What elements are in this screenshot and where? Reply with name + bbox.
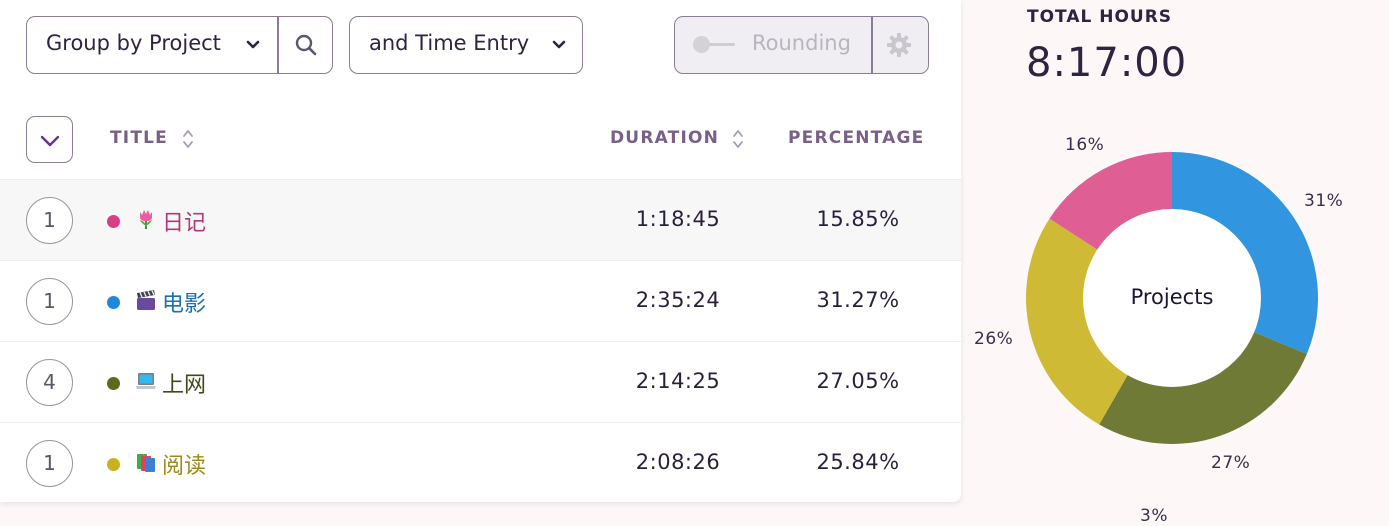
sort-icon[interactable] [181, 128, 195, 150]
entry-count-badge[interactable]: 1 [26, 278, 73, 325]
project-title: 阅读 [162, 454, 207, 479]
project-duration: 2:35:24 [635, 288, 721, 312]
clapper-board-icon [137, 290, 155, 310]
sort-icon[interactable] [731, 128, 745, 150]
project-duration: 2:08:26 [635, 450, 721, 474]
project-percentage: 25.84% [816, 450, 900, 474]
project-percentage: 27.05% [816, 369, 900, 393]
expand-all-button[interactable] [26, 116, 73, 163]
tulip-icon [140, 210, 152, 229]
table-row[interactable]: 4 上网 2:14:25 27.05% [0, 341, 961, 422]
books-icon [137, 454, 155, 472]
laptop-icon [136, 373, 156, 389]
project-color-dot [107, 458, 120, 471]
chart-center-label: Projects [1131, 285, 1214, 309]
entry-count-badge[interactable]: 4 [26, 359, 73, 406]
gear-icon[interactable] [885, 31, 913, 59]
project-title: 电影 [162, 292, 207, 317]
slice-label: 26% [974, 329, 1014, 349]
project-duration: 1:18:45 [635, 207, 721, 231]
secondary-group-label: and Time Entry [369, 31, 530, 55]
group-by-dropdown[interactable]: Group by Project [27, 17, 278, 73]
table-row[interactable]: 1 电影 2:35:24 31.27% [0, 260, 961, 341]
duration-column-header[interactable]: DURATION [610, 128, 719, 148]
project-color-dot [107, 215, 120, 228]
chevron-down-icon [552, 40, 566, 49]
group-by-label: Group by Project [46, 31, 221, 55]
project-percentage: 31.27% [816, 288, 900, 312]
search-button[interactable] [279, 17, 332, 73]
slice-label: 31% [1304, 191, 1344, 211]
project-title: 上网 [162, 373, 207, 398]
rounding-toggle[interactable] [693, 36, 735, 53]
slice-label: 27% [1211, 453, 1251, 473]
table-row[interactable]: 1 阅读 2:08:26 25.84% [0, 422, 961, 503]
title-column-header[interactable]: TITLE [110, 128, 168, 148]
group-by-control: Group by Project [26, 16, 333, 74]
slice-label: 16% [1065, 135, 1105, 155]
table-row[interactable]: 1 日记 1:18:45 15.85% [0, 179, 961, 260]
total-hours-label: TOTAL HOURS [1027, 7, 1173, 27]
rounding-control: Rounding [674, 16, 929, 74]
chevron-down-icon [246, 40, 260, 49]
chevron-down-icon [40, 135, 60, 147]
project-duration: 2:14:25 [635, 369, 721, 393]
report-panel: Group by Project and Time Entry Rounding [0, 0, 961, 502]
rounding-label: Rounding [752, 31, 851, 55]
secondary-group-dropdown[interactable]: and Time Entry [349, 16, 583, 74]
project-color-dot [107, 296, 120, 309]
search-icon [295, 34, 317, 56]
project-color-dot [107, 377, 120, 390]
projects-donut-chart: Projects [1026, 152, 1318, 444]
project-title: 日记 [162, 211, 207, 236]
total-hours-value: 8:17:00 [1026, 40, 1188, 86]
percentage-column-header: PERCENTAGE [788, 128, 925, 148]
entry-count-badge[interactable]: 1 [26, 197, 73, 244]
slice-label: 3% [1140, 506, 1168, 526]
project-percentage: 15.85% [816, 207, 900, 231]
entry-count-badge[interactable]: 1 [26, 440, 73, 487]
